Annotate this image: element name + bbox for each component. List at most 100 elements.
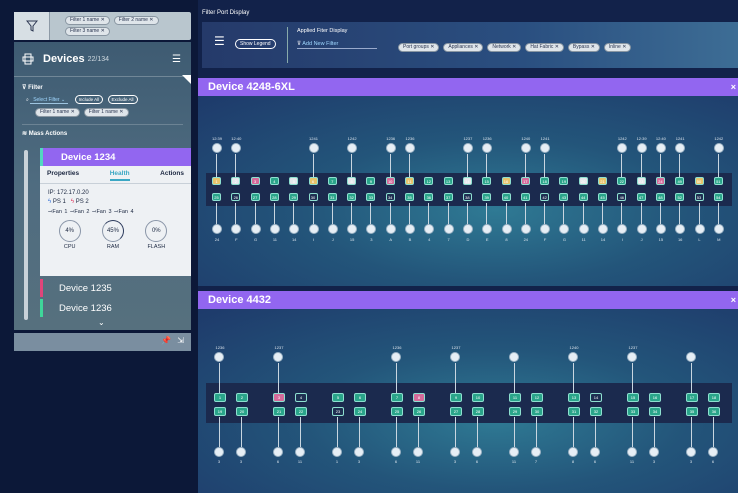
port[interactable]: 44 <box>578 193 588 201</box>
port[interactable]: 27 <box>450 407 462 416</box>
port[interactable]: 50 <box>694 177 704 185</box>
port[interactable]: 10 <box>472 393 484 402</box>
port[interactable]: 32 <box>590 407 602 416</box>
port[interactable]: 31 <box>568 407 580 416</box>
applied-chip[interactable]: Appliances ✕ <box>443 43 484 52</box>
pin-icon[interactable]: 📌 <box>161 336 171 345</box>
port[interactable]: 37 <box>443 193 453 201</box>
port[interactable]: 19 <box>559 177 569 185</box>
applied-chip[interactable]: Port groups ✕ <box>398 43 440 52</box>
port[interactable]: 33 <box>366 193 376 201</box>
port[interactable]: 6 <box>354 393 366 402</box>
port[interactable]: 8 <box>347 177 357 185</box>
port[interactable]: 34 <box>649 407 661 416</box>
port[interactable]: 7 <box>391 393 403 402</box>
port[interactable]: 21 <box>273 407 285 416</box>
port[interactable]: 53 <box>694 193 704 201</box>
port[interactable]: 16 <box>649 393 661 402</box>
port[interactable]: 32 <box>347 193 357 201</box>
port[interactable]: 31 <box>327 193 337 201</box>
port[interactable]: 20 <box>578 177 588 185</box>
tab-properties[interactable]: Properties <box>47 170 79 181</box>
applied-chip[interactable]: Bypass ✕ <box>567 43 600 52</box>
port[interactable]: 13 <box>443 177 453 185</box>
tab-actions[interactable]: Actions <box>160 170 184 181</box>
port[interactable]: 47 <box>636 193 646 201</box>
filter-chip[interactable]: Filter 1 name ✕ <box>83 108 129 117</box>
port[interactable]: 16 <box>501 177 511 185</box>
port[interactable]: 15 <box>482 177 492 185</box>
port[interactable]: 6 <box>308 177 318 185</box>
tab-health[interactable]: Health <box>109 170 130 181</box>
select-filter-dropdown[interactable]: Select Filter ⌄ <box>30 97 69 104</box>
show-legend-button[interactable]: Show Legend <box>235 39 276 49</box>
port[interactable]: 30 <box>531 407 543 416</box>
port[interactable]: 25 <box>212 193 221 201</box>
port[interactable]: 8 <box>413 393 425 402</box>
applied-chip[interactable]: Network ✕ <box>487 43 522 52</box>
port[interactable]: 3 <box>273 393 285 402</box>
port[interactable]: 27 <box>250 193 260 201</box>
list-view-icon[interactable]: ☰ <box>172 54 181 65</box>
port[interactable]: 19 <box>214 407 226 416</box>
port[interactable]: 54 <box>713 193 723 201</box>
port[interactable]: 29 <box>289 193 299 201</box>
port[interactable]: 5 <box>332 393 344 402</box>
port[interactable]: 22 <box>617 177 627 185</box>
port[interactable]: 28 <box>269 193 279 201</box>
port[interactable]: 11 <box>405 177 414 185</box>
port[interactable]: 52 <box>675 193 685 201</box>
port[interactable]: 23 <box>636 177 646 185</box>
port[interactable]: 30 <box>308 193 318 201</box>
include-all-button[interactable]: Include All <box>74 95 104 104</box>
port[interactable]: 23 <box>332 407 344 416</box>
port[interactable]: 24 <box>655 177 665 185</box>
port[interactable]: 25 <box>391 407 403 416</box>
port[interactable]: 42 <box>540 193 550 201</box>
exclude-all-button[interactable]: Exclude All <box>107 95 138 104</box>
port[interactable]: 41 <box>520 193 530 201</box>
collapse-icon[interactable]: ⇲ <box>177 336 184 345</box>
port[interactable]: 14 <box>590 393 602 402</box>
port[interactable]: 4 <box>269 177 279 185</box>
port[interactable]: 35 <box>405 193 414 201</box>
filter-toggle-button[interactable] <box>14 12 50 40</box>
device-list-item[interactable]: Device 1235 <box>40 279 191 297</box>
port[interactable]: 20 <box>236 407 248 416</box>
port[interactable]: 9 <box>366 177 376 185</box>
port[interactable]: 26 <box>231 193 241 201</box>
port[interactable]: 26 <box>413 407 425 416</box>
device-card-title[interactable]: Device 1234 <box>40 148 191 166</box>
port[interactable]: 24 <box>354 407 366 416</box>
port[interactable]: 4 <box>295 393 307 402</box>
port[interactable]: 48 <box>655 193 665 201</box>
port[interactable]: 46 <box>617 193 627 201</box>
chevron-down-icon[interactable]: ⌄ <box>98 318 105 327</box>
port[interactable]: 7 <box>327 177 337 185</box>
close-icon[interactable]: × <box>731 295 736 305</box>
filter-chip[interactable]: Filter 1 name ✕ <box>35 108 80 117</box>
port[interactable]: 22 <box>295 407 307 416</box>
port[interactable]: 12 <box>424 177 434 185</box>
close-icon[interactable]: × <box>731 82 736 92</box>
filter-chip[interactable]: Filter 2 name ✕ <box>113 16 159 25</box>
port[interactable]: 2 <box>231 177 241 185</box>
applied-chip[interactable]: Inline ✕ <box>603 43 632 52</box>
port[interactable]: 17 <box>520 177 530 185</box>
port[interactable]: 43 <box>559 193 569 201</box>
port[interactable]: 36 <box>424 193 434 201</box>
filter-chip[interactable]: Filter 3 name ✕ <box>65 27 110 36</box>
scrollbar[interactable] <box>24 150 28 320</box>
port[interactable]: 15 <box>627 393 639 402</box>
port[interactable]: 38 <box>462 193 472 201</box>
port[interactable]: 36 <box>708 407 720 416</box>
port[interactable]: 10 <box>385 177 395 185</box>
port[interactable]: 18 <box>540 177 550 185</box>
applied-chip[interactable]: Hat Fabric ✕ <box>525 43 564 52</box>
port[interactable]: 9 <box>450 393 462 402</box>
port[interactable]: 12 <box>531 393 543 402</box>
port[interactable]: 3 <box>250 177 260 185</box>
port[interactable]: 45 <box>598 193 607 201</box>
port[interactable]: 5 <box>289 177 299 185</box>
port[interactable]: 13 <box>568 393 580 402</box>
